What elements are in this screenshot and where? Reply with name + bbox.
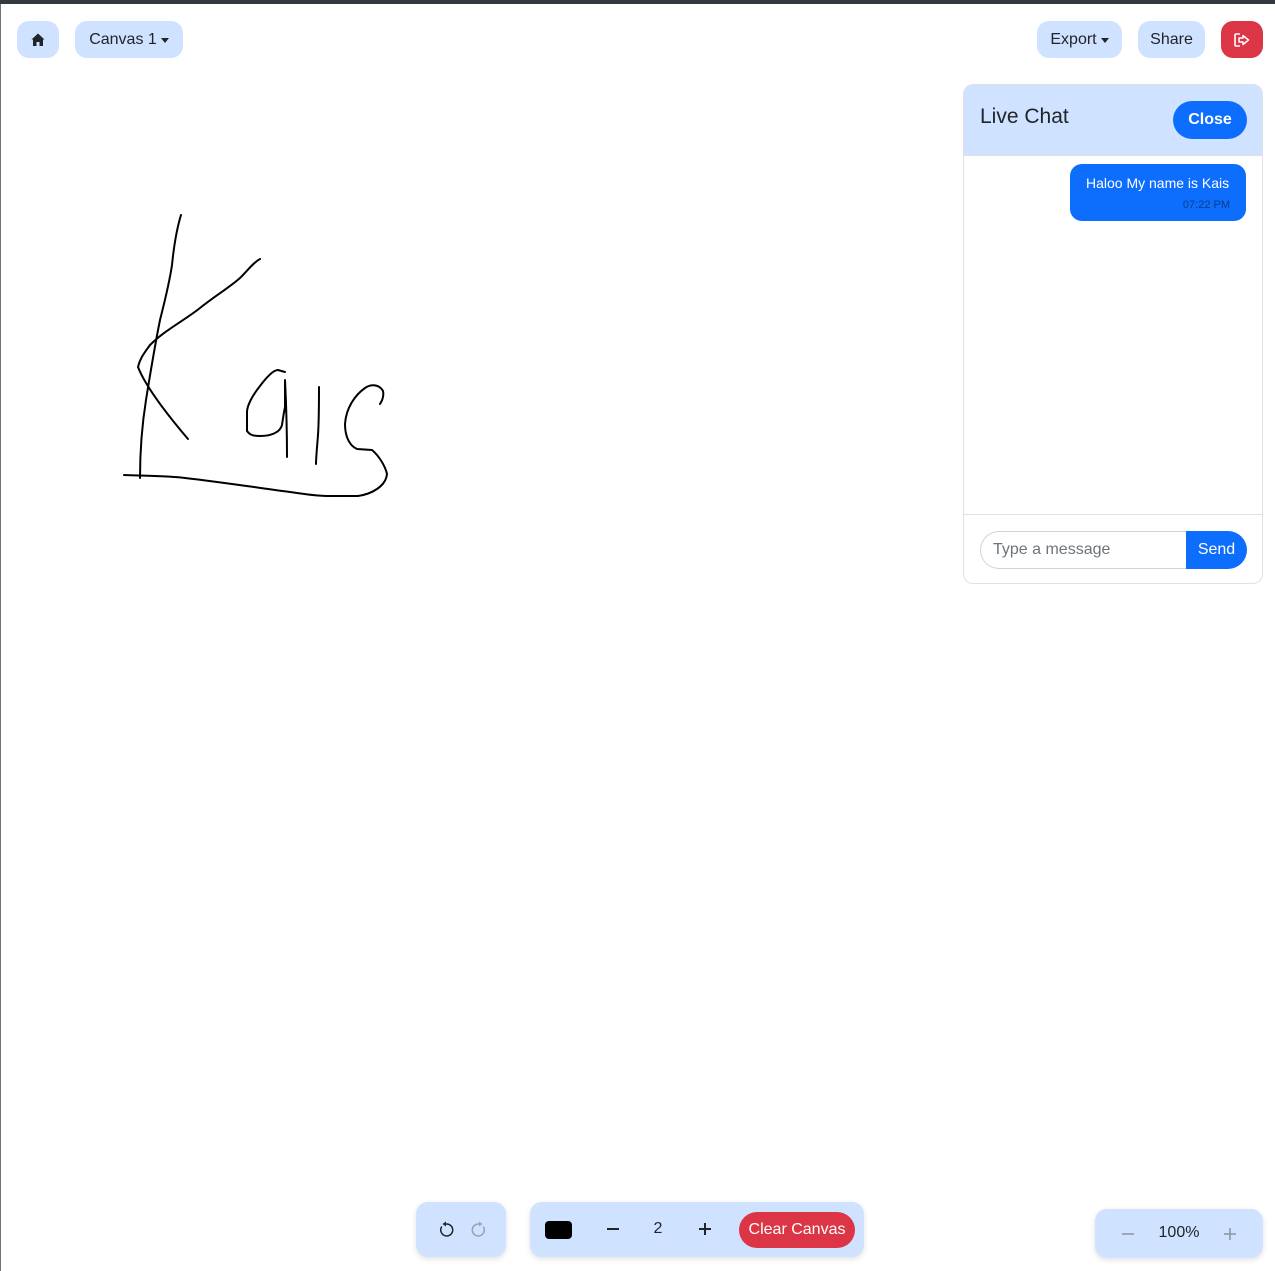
chat-title: Live Chat	[980, 105, 1069, 128]
chat-footer: Send	[964, 514, 1262, 583]
logout-button[interactable]	[1221, 21, 1263, 58]
zoom-out-button[interactable]	[1115, 1221, 1141, 1247]
message-time: 07:22 PM	[1182, 199, 1230, 211]
undo-button[interactable]	[433, 1217, 459, 1243]
zoom-level: 100%	[1158, 1224, 1200, 1241]
send-button[interactable]: Send	[1186, 531, 1247, 569]
zoom-toolbar: 100%	[1095, 1209, 1263, 1258]
close-chat-button[interactable]: Close	[1173, 101, 1247, 139]
redo-button[interactable]	[466, 1217, 492, 1243]
canvas-selector-label: Canvas 1	[89, 30, 157, 48]
brush-size-value: 2	[653, 1220, 663, 1237]
clear-canvas-button[interactable]: Clear Canvas	[739, 1212, 855, 1248]
chevron-down-icon	[160, 38, 169, 43]
brush-toolbar: 2 Clear Canvas	[530, 1202, 864, 1257]
plus-icon	[1224, 1228, 1236, 1240]
kais-drawing	[123, 214, 388, 497]
export-dropdown[interactable]: Export	[1037, 21, 1122, 58]
plus-icon	[699, 1223, 711, 1235]
history-toolbar	[416, 1202, 506, 1257]
decrease-size-button[interactable]	[600, 1216, 626, 1242]
minus-icon	[1122, 1233, 1134, 1235]
increase-size-button[interactable]	[692, 1216, 718, 1242]
share-button[interactable]: Share	[1138, 21, 1205, 58]
export-label: Export	[1050, 30, 1097, 48]
share-label: Share	[1150, 30, 1193, 48]
message-text: Haloo My name is Kais	[1086, 175, 1230, 191]
live-chat-panel: Live Chat Close Haloo My name is Kais 07…	[963, 84, 1263, 584]
home-icon	[31, 33, 45, 46]
logout-icon	[1234, 32, 1250, 47]
minus-icon	[607, 1228, 619, 1230]
chevron-down-icon	[1100, 38, 1109, 43]
zoom-in-button[interactable]	[1217, 1221, 1243, 1247]
chat-messages: Haloo My name is Kais 07:22 PM	[964, 156, 1262, 514]
canvas-selector-dropdown[interactable]: Canvas 1	[75, 21, 183, 58]
redo-icon	[471, 1221, 485, 1237]
undo-icon	[440, 1221, 454, 1237]
home-button[interactable]	[17, 21, 59, 58]
chat-header: Live Chat Close	[964, 85, 1262, 156]
message-input[interactable]	[980, 531, 1187, 569]
chat-message: Haloo My name is Kais 07:22 PM	[1070, 164, 1246, 221]
brush-color-picker[interactable]	[545, 1221, 572, 1239]
